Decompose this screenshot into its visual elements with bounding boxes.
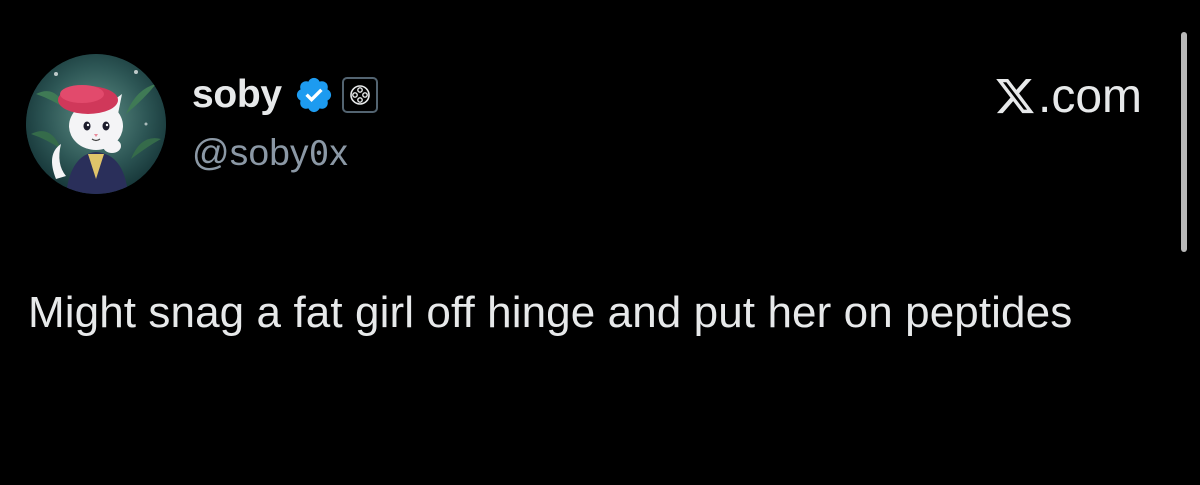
cartoon-cat-avatar-icon <box>26 54 166 194</box>
affiliate-badge[interactable] <box>341 77 378 113</box>
avatar[interactable] <box>26 54 166 194</box>
author-display-name[interactable]: soby <box>192 73 282 117</box>
verified-badge-icon[interactable] <box>294 75 334 115</box>
tweet-text: Might snag a fat girl off hinge and put … <box>28 288 1073 337</box>
affiliate-logo-icon <box>350 85 370 105</box>
tweet-card: soby @soby0x .com Might snag a fat girl … <box>0 0 1200 485</box>
author-handle[interactable]: @soby0x <box>192 132 348 174</box>
author-handle-prefix: @soby <box>192 132 309 173</box>
author-handle-zero: 0 <box>308 134 330 174</box>
author-name-row: soby <box>192 70 378 120</box>
scrollbar[interactable] <box>1181 32 1187 252</box>
brand-label: .com <box>1037 69 1142 123</box>
x-logo-icon <box>996 78 1034 114</box>
author-handle-suffix: x <box>329 132 349 173</box>
brand-watermark: .com <box>994 66 1142 126</box>
